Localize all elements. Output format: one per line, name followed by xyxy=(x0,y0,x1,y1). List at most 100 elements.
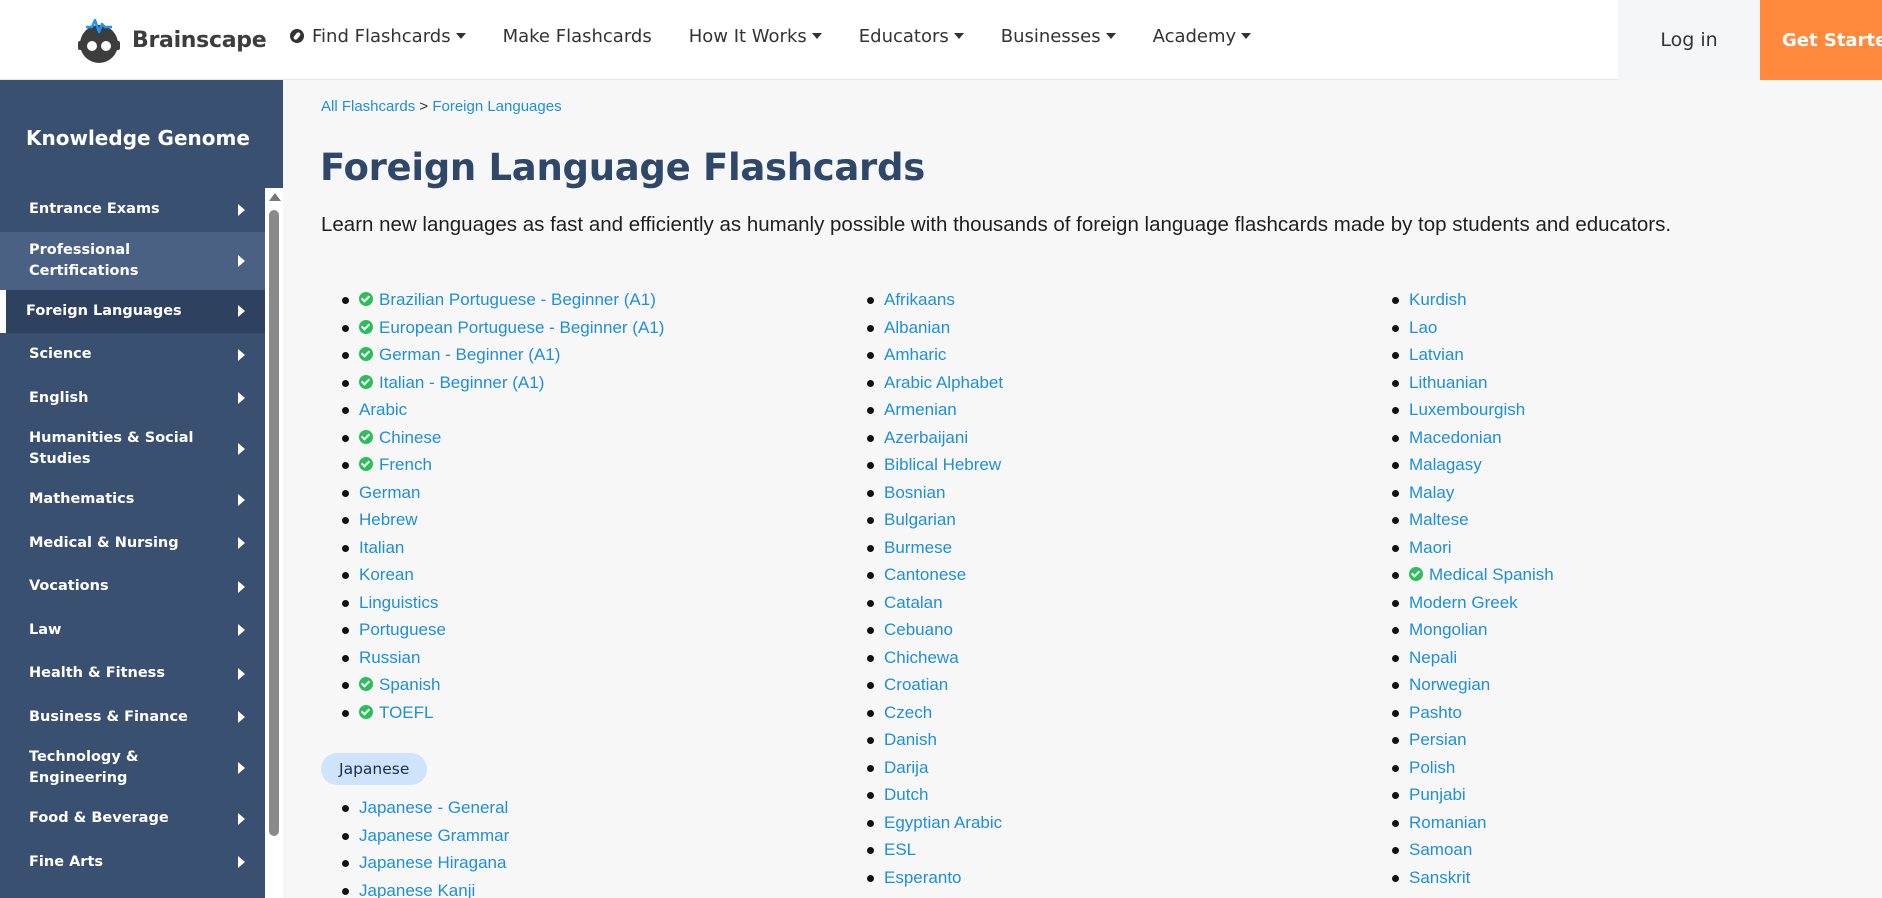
language-link[interactable]: European Portuguese - Beginner (A1) xyxy=(359,318,664,337)
language-link[interactable]: Japanese Grammar xyxy=(359,826,509,845)
language-link[interactable]: Maori xyxy=(1409,538,1452,557)
language-link[interactable]: Japanese Hiragana xyxy=(359,853,506,872)
language-link[interactable]: Sanskrit xyxy=(1409,868,1470,887)
nav-academy[interactable]: Academy xyxy=(1153,26,1252,47)
language-link[interactable]: Chichewa xyxy=(884,648,959,667)
language-link[interactable]: Malay xyxy=(1409,483,1454,502)
get-started-button[interactable]: Get Started xyxy=(1760,0,1882,80)
sidebar-item-fine-arts[interactable]: Fine Arts xyxy=(0,841,265,885)
language-link[interactable]: Latvian xyxy=(1409,345,1464,364)
brand-logo[interactable]: Brainscape xyxy=(74,10,267,70)
language-link[interactable]: TOEFL xyxy=(359,703,433,722)
sidebar-item-medical-nursing[interactable]: Medical & Nursing xyxy=(0,522,265,566)
sidebar-item-vocations[interactable]: Vocations xyxy=(0,565,265,609)
sidebar-item-food-beverage[interactable]: Food & Beverage xyxy=(0,797,265,841)
language-link[interactable]: Cantonese xyxy=(884,565,966,584)
language-link[interactable]: Spanish xyxy=(359,675,440,694)
language-link[interactable]: Japanese - General xyxy=(359,798,508,817)
breadcrumb-all-flashcards[interactable]: All Flashcards xyxy=(321,98,415,115)
language-link[interactable]: Malagasy xyxy=(1409,455,1482,474)
sidebar-scrollbar[interactable] xyxy=(265,188,283,898)
sidebar-item-technology-engineering[interactable]: Technology & Engineering xyxy=(0,739,265,797)
language-link[interactable]: Egyptian Arabic xyxy=(884,813,1002,832)
nav-businesses[interactable]: Businesses xyxy=(1001,26,1116,47)
nav-find-flashcards[interactable]: Find Flashcards xyxy=(290,26,466,47)
language-link[interactable]: Biblical Hebrew xyxy=(884,455,1001,474)
language-link[interactable]: ESL xyxy=(884,840,916,859)
scrollbar-thumb[interactable] xyxy=(269,210,279,836)
scroll-up-arrow-icon[interactable] xyxy=(269,193,281,201)
language-link[interactable]: Croatian xyxy=(884,675,948,694)
language-link-label: Darija xyxy=(884,757,929,777)
language-list-item: Brazilian Portuguese - Beginner (A1) xyxy=(321,289,801,317)
sidebar-item-business-finance[interactable]: Business & Finance xyxy=(0,696,265,740)
language-link[interactable]: Maltese xyxy=(1409,510,1469,529)
language-link[interactable]: Afrikaans xyxy=(884,290,955,309)
nav-educators[interactable]: Educators xyxy=(859,26,964,47)
language-link[interactable]: Persian xyxy=(1409,730,1467,749)
language-link[interactable]: Amharic xyxy=(884,345,946,364)
language-link[interactable]: Czech xyxy=(884,703,932,722)
language-link[interactable]: Portuguese xyxy=(359,620,446,639)
language-link[interactable]: Polish xyxy=(1409,758,1455,777)
sidebar-item-health-fitness[interactable]: Health & Fitness xyxy=(0,652,265,696)
language-link[interactable]: Pashto xyxy=(1409,703,1462,722)
sidebar-item-science[interactable]: Science xyxy=(0,333,265,377)
language-link[interactable]: Lao xyxy=(1409,318,1437,337)
language-link[interactable]: Arabic xyxy=(359,400,407,419)
language-link[interactable]: German xyxy=(359,483,420,502)
language-link[interactable]: Macedonian xyxy=(1409,428,1502,447)
language-link[interactable]: German - Beginner (A1) xyxy=(359,345,560,364)
language-link[interactable]: Albanian xyxy=(884,318,950,337)
login-button[interactable]: Log in xyxy=(1618,0,1760,80)
language-link[interactable]: Darija xyxy=(884,758,928,777)
language-link[interactable]: Luxembourgish xyxy=(1409,400,1525,419)
language-link[interactable]: Dutch xyxy=(884,785,928,804)
language-link[interactable]: Linguistics xyxy=(359,593,438,612)
language-link[interactable]: Nepali xyxy=(1409,648,1457,667)
language-list-item: Malay xyxy=(1371,482,1851,510)
language-link[interactable]: Lithuanian xyxy=(1409,373,1487,392)
language-link[interactable]: Hebrew xyxy=(359,510,418,529)
sidebar-item-mathematics[interactable]: Mathematics xyxy=(0,478,265,522)
language-link[interactable]: Medical Spanish xyxy=(1409,565,1554,584)
language-link[interactable]: Italian xyxy=(359,538,404,557)
language-link[interactable]: Chinese xyxy=(359,428,441,447)
language-link[interactable]: French xyxy=(359,455,432,474)
breadcrumb-foreign-languages[interactable]: Foreign Languages xyxy=(432,98,561,115)
language-link[interactable]: Burmese xyxy=(884,538,952,557)
language-link[interactable]: Bulgarian xyxy=(884,510,956,529)
sidebar-item-entrance-exams[interactable]: Entrance Exams xyxy=(0,188,265,232)
language-link[interactable]: Punjabi xyxy=(1409,785,1466,804)
language-link[interactable]: Danish xyxy=(884,730,937,749)
language-link[interactable]: Japanese Kanji xyxy=(359,881,475,898)
language-link[interactable]: Catalan xyxy=(884,593,943,612)
language-link[interactable]: Romanian xyxy=(1409,813,1487,832)
language-link[interactable]: Italian - Beginner (A1) xyxy=(359,373,544,392)
language-link[interactable]: Cebuano xyxy=(884,620,953,639)
language-link[interactable]: Korean xyxy=(359,565,414,584)
nav-make-flashcards[interactable]: Make Flashcards xyxy=(503,26,652,47)
sidebar-item-law[interactable]: Law xyxy=(0,609,265,653)
language-link[interactable]: Azerbaijani xyxy=(884,428,968,447)
caret-down-icon xyxy=(455,33,466,39)
language-link[interactable]: Arabic Alphabet xyxy=(884,373,1003,392)
sidebar-item-professional-certifications[interactable]: Professional Certifications xyxy=(0,231,265,290)
main-content: All Flashcards > Foreign Languages Forei… xyxy=(283,80,1882,898)
language-link[interactable]: Modern Greek xyxy=(1409,593,1518,612)
nav-how-it-works[interactable]: How It Works xyxy=(689,26,822,47)
language-link[interactable]: Samoan xyxy=(1409,840,1472,859)
language-link-label: German xyxy=(359,482,421,502)
language-link[interactable]: Bosnian xyxy=(884,483,945,502)
sidebar-item-english[interactable]: English xyxy=(0,377,265,421)
sidebar-item-humanities[interactable]: Humanities & Social Studies xyxy=(0,420,265,478)
language-link[interactable]: Norwegian xyxy=(1409,675,1490,694)
language-link[interactable]: Armenian xyxy=(884,400,957,419)
verified-check-icon xyxy=(359,319,373,334)
language-link[interactable]: Esperanto xyxy=(884,868,962,887)
language-link[interactable]: Mongolian xyxy=(1409,620,1487,639)
language-link[interactable]: Russian xyxy=(359,648,420,667)
language-link[interactable]: Brazilian Portuguese - Beginner (A1) xyxy=(359,290,656,309)
sidebar-item-foreign-languages[interactable]: Foreign Languages xyxy=(0,289,265,333)
language-link[interactable]: Kurdish xyxy=(1409,290,1467,309)
